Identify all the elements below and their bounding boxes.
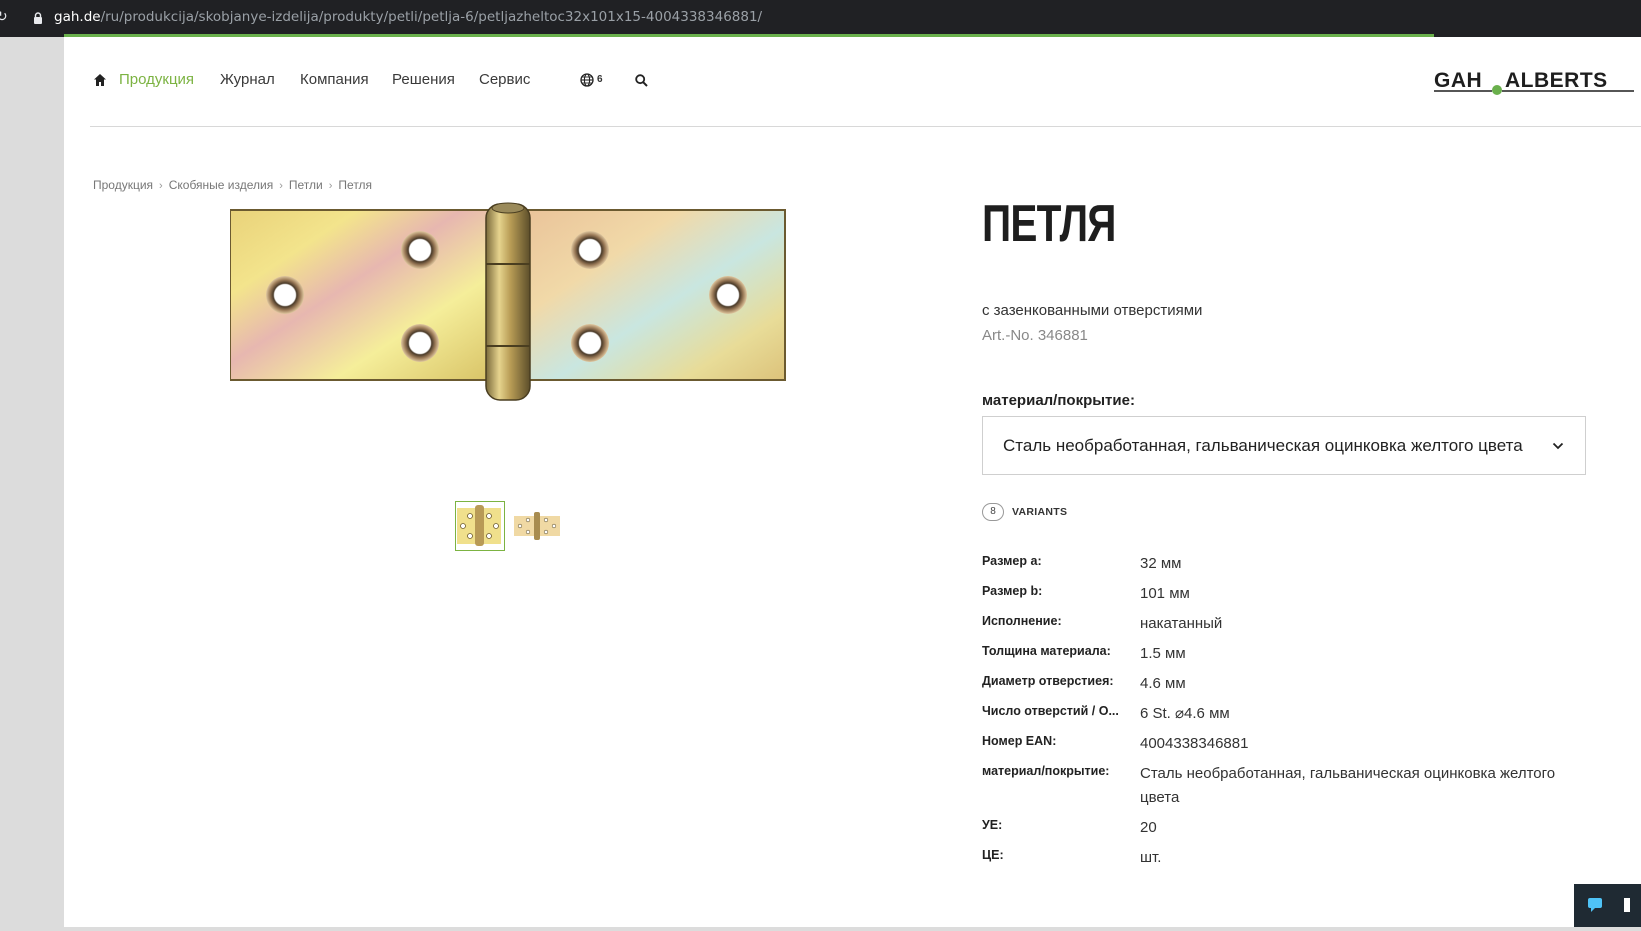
product-subtitle: с зазенкованными отверстиями [982,302,1203,319]
search-icon[interactable] [635,74,648,87]
thumbnail-2[interactable] [512,501,562,551]
nav-item-journal[interactable]: Журнал [220,71,275,88]
breadcrumb-hardware[interactable]: Скобяные изделия [169,178,274,192]
chevron-right-icon: › [279,180,283,192]
reload-icon[interactable]: ↻ [0,9,10,27]
variants-label: VARIANTS [1012,506,1068,518]
spec-value: 4.6 мм [1140,675,1186,692]
spec-key: УЕ: [982,818,1003,832]
breadcrumb-products[interactable]: Продукция [93,178,153,192]
breadcrumb: Продукция › Скобяные изделия › Петли › Петля [93,178,372,192]
spec-key: Исполнение: [982,614,1062,628]
nav-item-company[interactable]: Компания [300,71,369,88]
spec-value: накатанный [1140,615,1223,632]
spec-value: 6 St. ⌀4.6 мм [1140,705,1230,722]
url-path: /ru/produkcija/skobjanye-izdelija/produk… [100,9,763,25]
chevron-down-icon [1552,442,1564,450]
variants-count-badge: 8 [982,503,1004,521]
product-title: ПЕТЛЯ [982,195,1116,253]
chevron-right-icon: › [159,180,163,192]
spec-key: Число отверстий / О... [982,704,1119,718]
spec-value: 4004338346881 [1140,735,1249,752]
nav-item-products[interactable]: Продукция [119,71,194,88]
spec-key: Размер b: [982,584,1043,598]
spec-value: шт. [1140,849,1162,866]
header-divider [90,126,1641,127]
main-navigation: Продукция Журнал Компания Решения Сервис… [64,37,1641,127]
material-label: материал/покрытие: [982,392,1135,409]
gah-alberts-logo[interactable]: GAH ALBERTS [1434,63,1636,103]
spec-key: Толщина материала: [982,644,1111,658]
spec-value: 20 [1140,819,1157,836]
nav-item-service[interactable]: Сервис [479,71,530,88]
breadcrumb-hinges[interactable]: Петли [289,178,323,192]
chevron-right-icon: › [328,180,333,192]
spec-value: 32 мм [1140,555,1182,572]
spec-key: Диаметр отверстиея: [982,674,1114,688]
url-host: gah.de [54,9,101,25]
chat-icon [1588,898,1630,912]
material-select-value: Сталь необработанная, гальваническая оци… [1003,436,1523,455]
thumbnail-1[interactable] [455,501,505,551]
svg-text:GAH: GAH [1434,69,1482,92]
spec-key: Номер EAN: [982,734,1057,748]
globe-icon [580,73,594,87]
spec-value: 101 мм [1140,585,1190,602]
nav-item-solutions[interactable]: Решения [392,71,455,88]
spec-key: ЦЕ: [982,848,1004,862]
spec-value: 1.5 мм [1140,645,1186,662]
spec-key: материал/покрытие: [982,764,1110,778]
product-page: Продукция Журнал Компания Решения Сервис… [64,37,1641,927]
lock-icon [34,12,42,24]
product-image[interactable] [230,200,800,406]
svg-text:ALBERTS: ALBERTS [1505,69,1608,92]
material-select[interactable]: Сталь необработанная, гальваническая оци… [982,416,1586,475]
breadcrumb-current: Петля [338,178,373,192]
home-icon[interactable] [93,73,107,87]
browser-address-bar: ↻ gah.de/ru/produkcija/skobjanye-izdelij… [0,0,1641,37]
language-count: 6 [597,74,603,85]
chat-widget-button[interactable] [1574,884,1641,927]
spec-value: Сталь необработанная, гальваническая оци… [1140,765,1556,806]
article-number: Art.-No. 346881 [982,327,1088,344]
url-field[interactable]: gah.de/ru/produkcija/skobjanye-izdelija/… [54,9,762,25]
spec-key: Размер a: [982,554,1042,568]
language-selector[interactable]: 6 [580,73,614,89]
